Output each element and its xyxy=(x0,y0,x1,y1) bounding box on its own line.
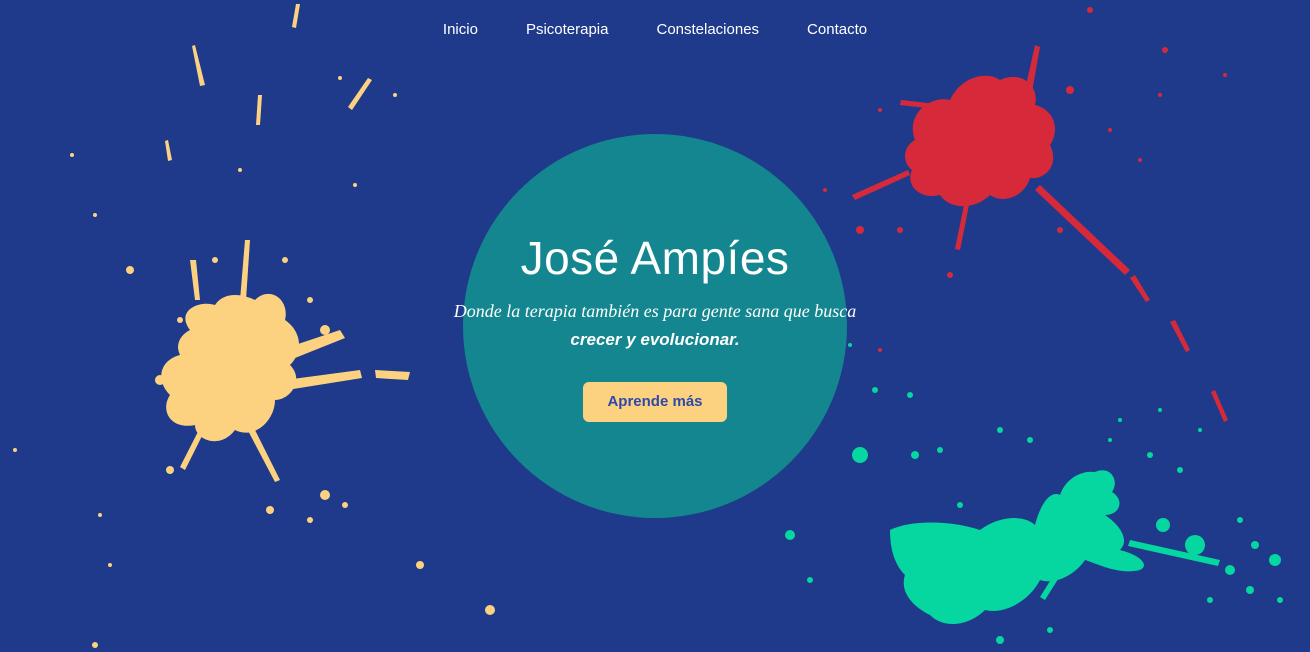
green-paint-splash xyxy=(785,343,1283,644)
main-navigation: Inicio Psicoterapia Constelaciones Conta… xyxy=(0,18,1310,42)
hero-title: José Ampíes xyxy=(520,232,790,284)
red-paint-splash xyxy=(823,7,1228,422)
hero-tagline-regular: Donde la terapia también es para gente s… xyxy=(453,301,857,321)
hero-tagline: Donde la terapia también es para gente s… xyxy=(423,297,887,354)
hero-circle: José Ampíes Donde la terapia también es … xyxy=(454,134,856,518)
learn-more-button[interactable]: Aprende más xyxy=(583,382,727,422)
nav-link-contacto[interactable]: Contacto xyxy=(783,18,891,42)
hero-tagline-bold: crecer y evolucionar. xyxy=(570,330,740,349)
nav-link-psicoterapia[interactable]: Psicoterapia xyxy=(502,18,633,42)
nav-link-inicio[interactable]: Inicio xyxy=(419,18,502,42)
nav-link-constelaciones[interactable]: Constelaciones xyxy=(632,18,783,42)
